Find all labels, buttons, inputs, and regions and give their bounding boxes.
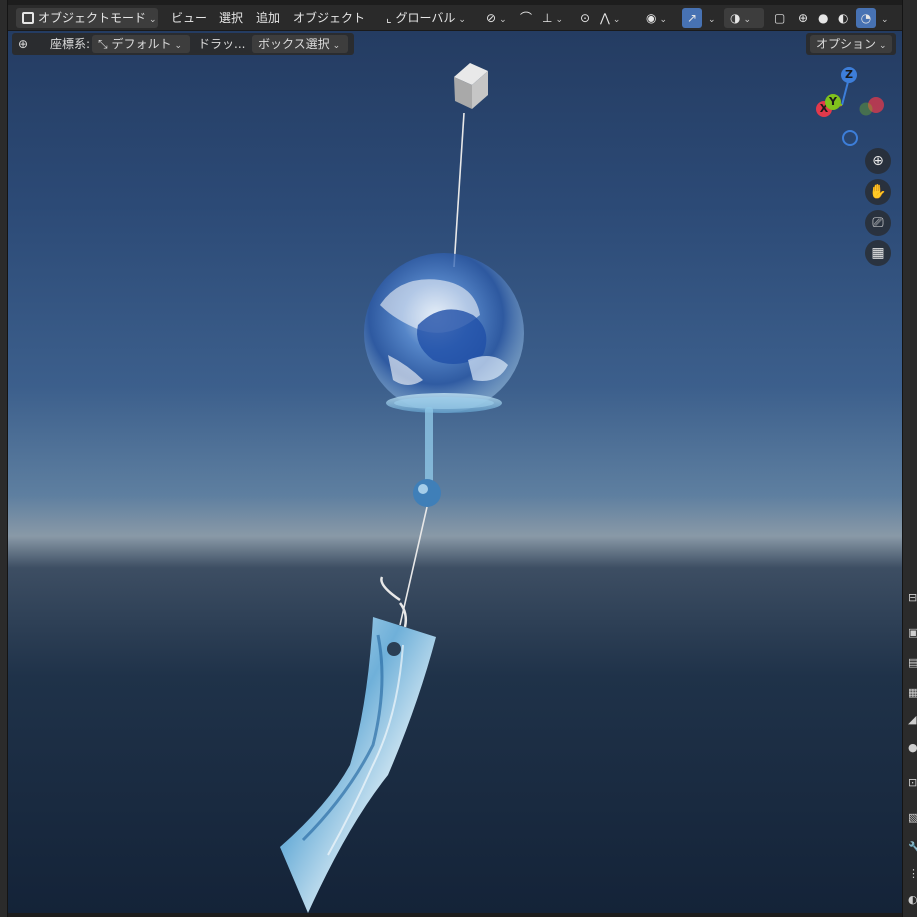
menu-object[interactable]: オブジェクト (293, 8, 365, 28)
proportional-edit-icon: ⊙ (580, 11, 591, 25)
scene-properties-icon[interactable]: ◢ (908, 712, 917, 728)
overlays-icon: ◑ (730, 11, 741, 25)
object-mode-icon (22, 12, 34, 24)
chevron-down-icon: ⌄ (879, 41, 887, 51)
chevron-down-icon: ⌄ (708, 15, 716, 25)
chevron-down-icon: ⌄ (174, 41, 182, 51)
camera-icon[interactable]: ⎚ (865, 210, 891, 236)
chevron-down-icon: ⌄ (612, 15, 621, 25)
snap-target-selector[interactable]: ⊥ ⌄ (542, 8, 563, 28)
snap-increment-icon: ⊥ (542, 11, 553, 25)
collection-properties-icon[interactable]: ⊡ (908, 775, 917, 791)
world-properties-icon[interactable]: ● (908, 740, 917, 756)
gizmo-options[interactable]: ⌄ (705, 8, 716, 28)
magnet-icon: ⌒ (520, 11, 533, 25)
options-label: オプション (816, 37, 877, 51)
navigation-gizmo[interactable] (8, 5, 902, 913)
view-layer-icon[interactable]: ▦ (908, 685, 917, 701)
menu-view[interactable]: ビュー (171, 8, 207, 28)
grid-icon[interactable]: ▦ (865, 240, 891, 266)
select-tool-icon[interactable]: ⊕ (18, 35, 28, 53)
solid-icon: ● (818, 11, 829, 25)
material-icon: ◐ (838, 11, 849, 25)
mode-label: オブジェクトモード (38, 11, 147, 25)
transform-orientation-selector[interactable]: ⌞ グローバル ⌄ (386, 8, 466, 28)
modifier-properties-icon[interactable]: 🔧 (908, 840, 917, 856)
pivot-icon: ⊘ (486, 11, 497, 25)
coord-value: デフォルト (111, 37, 172, 51)
falloff-selector[interactable]: ⋀ ⌄ (600, 8, 620, 28)
object-properties-icon[interactable]: ▧ (908, 810, 917, 826)
shading-wireframe[interactable]: ⊕ (798, 8, 808, 28)
proportional-edit-toggle[interactable]: ⊙ (580, 8, 590, 28)
drag-selector[interactable]: ボックス選択 ⌄ (252, 35, 348, 53)
chevron-down-icon: ⌄ (332, 41, 341, 51)
mode-selector[interactable]: オブジェクトモード ⌄ (16, 8, 158, 28)
properties-editor-strip: ⊟ ▣ ▤ ▦ ◢ ● ⊡ ▧ 🔧 ⋮ ◐ (902, 0, 917, 917)
constraint-properties-icon[interactable]: ⋮ (908, 866, 917, 882)
shading-material[interactable]: ◐ (838, 8, 848, 28)
chevron-down-icon: ⌄ (555, 15, 563, 25)
physics-properties-icon[interactable]: ◐ (908, 892, 917, 908)
chevron-down-icon: ⌄ (743, 15, 752, 25)
shading-options[interactable]: ⌄ (878, 8, 889, 28)
drag-value: ボックス選択 (258, 37, 330, 51)
zoom-icon[interactable]: ⊕ (865, 148, 891, 174)
menu-add[interactable]: 追加 (256, 8, 280, 28)
eye-icon: ◉ (646, 11, 657, 25)
shading-rendered[interactable]: ◔ (856, 8, 876, 28)
xray-icon: ▢ (774, 11, 786, 25)
chevron-down-icon: ⌄ (881, 15, 889, 25)
wireframe-icon: ⊕ (798, 11, 809, 25)
options-button[interactable]: オプション ⌄ (810, 35, 892, 53)
chevron-down-icon: ⌄ (499, 15, 507, 25)
render-properties-icon[interactable]: ▣ (908, 625, 917, 641)
coord-label: 座標系: (50, 37, 91, 51)
3d-viewport[interactable]: Z X Y (8, 5, 902, 913)
gizmo-y-axis[interactable]: Y (825, 94, 841, 110)
tool-settings-bar: ⊕ 座標系: ⤡ デフォルト ⌄ ドラッ... ボックス選択 ⌄ (12, 33, 354, 55)
orientation-label: グローバル (395, 11, 456, 25)
orientation-icon: ⌞ (386, 11, 392, 25)
pivot-point-selector[interactable]: ⊘ ⌄ (486, 8, 507, 28)
snap-toggle[interactable]: ⌒ (520, 8, 532, 28)
shading-solid[interactable]: ● (818, 8, 828, 28)
chevron-down-icon: ⌄ (458, 15, 466, 25)
hand-icon[interactable]: ✋ (865, 179, 891, 205)
gizmo-z-axis[interactable]: Z (841, 67, 857, 83)
drag-label: ドラッ... (198, 37, 246, 51)
options-bar: オプション ⌄ (806, 33, 896, 55)
viewport-header: オブジェクトモード ⌄ ビュー 選択 追加 オブジェクト ⌞ グローバル ⌄ ⊘ ⌄ … (8, 5, 902, 31)
menu-select[interactable]: 選択 (219, 8, 243, 28)
xray-toggle[interactable]: ▢ (774, 8, 785, 28)
rendered-icon: ◔ (860, 11, 872, 25)
overlays-toggle[interactable]: ◑ ⌄ (724, 8, 764, 28)
output-properties-icon[interactable]: ▤ (908, 655, 917, 671)
gizmo-icon: ↗ (686, 11, 698, 25)
coord-selector[interactable]: ⤡ デフォルト ⌄ (92, 35, 190, 53)
transform-icon: ⤡ (98, 37, 108, 51)
left-editor-strip (0, 0, 8, 917)
visibility-selector[interactable]: ◉ ⌄ (646, 8, 667, 28)
falloff-icon: ⋀ (600, 11, 610, 25)
chevron-down-icon: ⌄ (659, 15, 668, 25)
gizmo-toggle[interactable]: ↗ (682, 8, 702, 28)
tool-properties-icon[interactable]: ⊟ (908, 590, 917, 606)
chevron-down-icon: ⌄ (149, 15, 157, 25)
